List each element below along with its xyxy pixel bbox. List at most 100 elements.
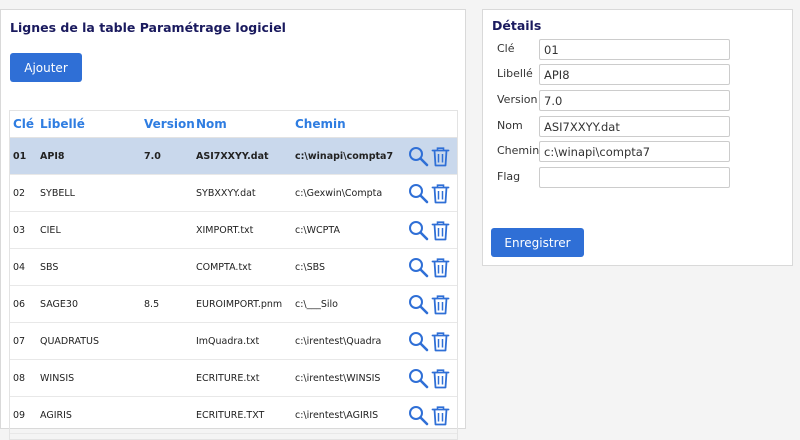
field-row-cle: Clé (483, 39, 794, 60)
trash-icon[interactable] (431, 220, 450, 241)
cell-chemin: c:\irentest\AGIRIS (292, 396, 405, 434)
cell-chemin: c:\irentest\WINSIS (292, 359, 405, 397)
cell-actions (405, 137, 457, 175)
cell-libelle: SBS (37, 248, 141, 286)
cell-version: 8.5 (141, 285, 193, 323)
field-label-nom: Nom (497, 119, 523, 132)
cell-chemin: c:\WCPTA (292, 211, 405, 249)
cell-cle: 07 (10, 322, 37, 360)
cell-chemin: c:\irentest\Quadra (292, 322, 405, 360)
row-actions (408, 405, 457, 426)
table-row[interactable]: 08 WINSIS ECRITURE.txt c:\irentest\WINSIS (10, 359, 457, 397)
search-icon[interactable] (408, 368, 429, 389)
cell-version (141, 359, 193, 397)
cell-version (141, 211, 193, 249)
field-label-version: Version (497, 93, 538, 106)
field-label-flag: Flag (497, 170, 521, 183)
column-header-version[interactable]: Version (141, 111, 195, 138)
version-field[interactable] (539, 90, 730, 111)
trash-icon[interactable] (431, 183, 450, 204)
column-header-chemin[interactable]: Chemin (292, 111, 405, 138)
table-row[interactable]: 04 SBS COMPTA.txt c:\SBS (10, 248, 457, 286)
search-icon[interactable] (408, 220, 429, 241)
search-icon[interactable] (408, 331, 429, 352)
cell-actions (405, 359, 457, 397)
search-icon[interactable] (408, 257, 429, 278)
libelle-field[interactable] (539, 64, 730, 85)
cell-libelle: SYBELL (37, 174, 141, 212)
row-actions (408, 146, 457, 167)
trash-icon[interactable] (431, 257, 450, 278)
cell-version (141, 174, 193, 212)
field-label-cle: Clé (497, 42, 515, 55)
column-header-nom[interactable]: Nom (193, 111, 292, 138)
cell-libelle: WINSIS (37, 359, 141, 397)
cell-nom: ASI7XXYY.dat (193, 137, 292, 175)
field-label-libelle: Libellé (497, 67, 533, 80)
cell-libelle: API8 (37, 137, 141, 175)
cell-cle: 06 (10, 285, 37, 323)
cell-chemin: c:\winapi\compta7 (292, 137, 405, 175)
settings-table: Clé Libellé Version Nom Chemin 01 API8 7.0… (9, 110, 458, 440)
cell-nom: ECRITURE.txt (193, 359, 292, 397)
table-panel-title: Lignes de la table Paramétrage logiciel (10, 20, 286, 35)
cell-cle: 09 (10, 396, 37, 434)
nom-field[interactable] (539, 116, 730, 137)
table-row[interactable]: 02 SYBELL SYBXXYY.dat c:\Gexwin\Compta (10, 174, 457, 212)
add-button[interactable]: Ajouter (10, 53, 82, 82)
cle-field[interactable] (539, 39, 730, 60)
cell-cle: 02 (10, 174, 37, 212)
cell-version (141, 322, 193, 360)
column-header-libelle[interactable]: Libellé (37, 111, 141, 138)
row-actions (408, 257, 457, 278)
table-row[interactable]: 07 QUADRATUS ImQuadra.txt c:\irentest\Quadr… (10, 322, 457, 360)
search-icon[interactable] (408, 294, 429, 315)
trash-icon[interactable] (431, 368, 450, 389)
cell-nom: SYBXXYY.dat (193, 174, 292, 212)
field-row-libelle: Libellé (483, 64, 794, 85)
cell-chemin: c:\SBS (292, 248, 405, 286)
field-row-version: Version (483, 90, 794, 111)
field-row-nom: Nom (483, 116, 794, 137)
cell-chemin: c:\___Silo (292, 285, 405, 323)
trash-icon[interactable] (431, 294, 450, 315)
cell-version (141, 396, 193, 434)
table-row[interactable]: 09 AGIRIS ECRITURE.TXT c:\irentest\AGIRIS (10, 396, 457, 434)
cell-libelle: CIEL (37, 211, 141, 249)
table-row[interactable]: 03 CIEL XIMPORT.txt c:\WCPTA (10, 211, 457, 249)
cell-actions (405, 322, 457, 360)
search-icon[interactable] (408, 183, 429, 204)
trash-icon[interactable] (431, 146, 450, 167)
table-row[interactable]: 06 SAGE30 8.5 EUROIMPORT.pnm c:\___Silo (10, 285, 457, 323)
search-icon[interactable] (408, 405, 429, 426)
cell-cle: 04 (10, 248, 37, 286)
cell-actions (405, 396, 457, 434)
table-panel: Lignes de la table Paramétrage logiciel … (0, 9, 466, 440)
details-panel: Détails Clé Libellé Version Nom Chemin F… (482, 9, 793, 266)
trash-icon[interactable] (431, 331, 450, 352)
cell-cle: 03 (10, 211, 37, 249)
cell-nom: EUROIMPORT.pnm (193, 285, 292, 323)
chemin-field[interactable] (539, 141, 730, 162)
column-header-cle[interactable]: Clé (10, 111, 37, 138)
table-row[interactable]: 01 API8 7.0 ASI7XXYY.dat c:\winapi\compta7 (10, 137, 457, 175)
cell-actions (405, 248, 457, 286)
cell-chemin: c:\Gexwin\Compta (292, 174, 405, 212)
cell-actions (405, 285, 457, 323)
cell-actions (405, 211, 457, 249)
field-row-flag: Flag (483, 167, 794, 188)
flag-field[interactable] (539, 167, 730, 188)
trash-icon[interactable] (431, 405, 450, 426)
row-actions (408, 368, 457, 389)
cell-version (141, 248, 193, 286)
search-icon[interactable] (408, 146, 429, 167)
cell-cle: 08 (10, 359, 37, 397)
field-label-chemin: Chemin (497, 144, 540, 157)
details-panel-title: Détails (492, 18, 542, 33)
cell-nom: XIMPORT.txt (193, 211, 292, 249)
row-actions (408, 220, 457, 241)
row-actions (408, 331, 457, 352)
cell-version: 7.0 (141, 137, 193, 175)
save-button[interactable]: Enregistrer (491, 228, 584, 257)
cell-nom: ImQuadra.txt (193, 322, 292, 360)
